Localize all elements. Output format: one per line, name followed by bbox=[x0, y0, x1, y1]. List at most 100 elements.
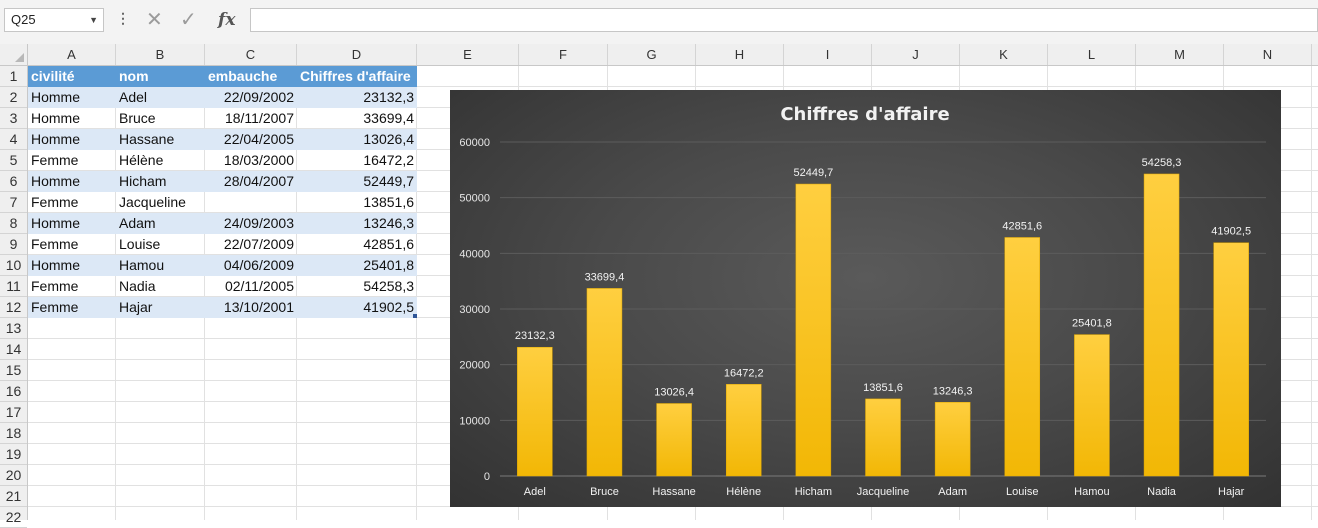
cell-civilite[interactable]: Homme bbox=[31, 171, 115, 191]
cell-embauche[interactable]: 18/11/2007 bbox=[208, 108, 294, 128]
row-header-9[interactable]: 9 bbox=[0, 234, 27, 255]
cell-nom[interactable]: Hamou bbox=[119, 255, 203, 275]
bar-bruce[interactable] bbox=[586, 288, 623, 477]
column-header-f[interactable]: F bbox=[519, 44, 608, 65]
cell-embauche[interactable]: 04/06/2009 bbox=[208, 255, 294, 275]
cell-embauche[interactable]: 28/04/2007 bbox=[208, 171, 294, 191]
row-header-14[interactable]: 14 bbox=[0, 339, 27, 360]
row-header-19[interactable]: 19 bbox=[0, 444, 27, 465]
cell-nom[interactable]: Bruce bbox=[119, 108, 203, 128]
column-header-g[interactable]: G bbox=[608, 44, 696, 65]
row-header-21[interactable]: 21 bbox=[0, 486, 27, 507]
cell-embauche[interactable]: 02/11/2005 bbox=[208, 276, 294, 296]
cell-chiffre-affaire[interactable]: 42851,6 bbox=[300, 234, 414, 254]
cell-embauche[interactable]: 22/09/2002 bbox=[208, 87, 294, 107]
bar-hassane[interactable] bbox=[656, 403, 692, 477]
cell-nom[interactable]: Louise bbox=[119, 234, 203, 254]
formula-input[interactable] bbox=[250, 8, 1318, 32]
row-header-12[interactable]: 12 bbox=[0, 297, 27, 318]
row-header-20[interactable]: 20 bbox=[0, 465, 27, 486]
bar-adel[interactable] bbox=[517, 346, 553, 477]
cell-embauche[interactable]: 24/09/2003 bbox=[208, 213, 294, 233]
cell-civilite[interactable]: Femme bbox=[31, 276, 115, 296]
row-header-7[interactable]: 7 bbox=[0, 192, 27, 213]
row-header-3[interactable]: 3 bbox=[0, 108, 27, 129]
bar-chart[interactable]: Chiffres d'affaire 0 10000 20000 30000 40000… bbox=[450, 90, 1281, 507]
cell-nom[interactable]: Nadia bbox=[119, 276, 203, 296]
row-header-15[interactable]: 15 bbox=[0, 360, 27, 381]
chevron-down-icon[interactable]: ▼ bbox=[89, 9, 98, 31]
cell-chiffre-affaire[interactable]: 16472,2 bbox=[300, 150, 414, 170]
more-options-icon[interactable]: ⋮ bbox=[116, 10, 130, 27]
bar-hélène[interactable] bbox=[725, 384, 762, 477]
column-header-i[interactable]: I bbox=[784, 44, 872, 65]
row-header-10[interactable]: 10 bbox=[0, 255, 27, 276]
cell-chiffre-affaire[interactable]: 33699,4 bbox=[300, 108, 414, 128]
row-header-11[interactable]: 11 bbox=[0, 276, 27, 297]
header-chiffres-affaire[interactable]: Chiffres d'affaire bbox=[300, 66, 414, 86]
column-header-a[interactable]: A bbox=[28, 44, 116, 65]
column-header-b[interactable]: B bbox=[116, 44, 205, 65]
cell-civilite[interactable]: Femme bbox=[31, 297, 115, 317]
cell-nom[interactable]: Adel bbox=[119, 87, 203, 107]
bar-hamou[interactable] bbox=[1074, 334, 1110, 477]
cell-nom[interactable]: Jacqueline bbox=[119, 192, 203, 212]
cell-nom[interactable]: Hélène bbox=[119, 150, 203, 170]
row-header-4[interactable]: 4 bbox=[0, 129, 27, 150]
column-header-n[interactable]: N bbox=[1224, 44, 1312, 65]
bar-adam[interactable] bbox=[934, 402, 971, 477]
header-civilite[interactable]: civilité bbox=[31, 66, 115, 86]
bar-nadia[interactable] bbox=[1143, 173, 1180, 477]
cell-chiffre-affaire[interactable]: 54258,3 bbox=[300, 276, 414, 296]
cell-chiffre-affaire[interactable]: 23132,3 bbox=[300, 87, 414, 107]
row-header-16[interactable]: 16 bbox=[0, 381, 27, 402]
cell-chiffre-affaire[interactable]: 41902,5 bbox=[300, 297, 414, 317]
bar-hicham[interactable] bbox=[795, 183, 832, 477]
insert-function-icon[interactable]: fx bbox=[218, 8, 235, 32]
cell-embauche[interactable]: 22/04/2005 bbox=[208, 129, 294, 149]
column-header-l[interactable]: L bbox=[1048, 44, 1136, 65]
select-all-button[interactable] bbox=[0, 44, 28, 65]
cell-chiffre-affaire[interactable]: 13246,3 bbox=[300, 213, 414, 233]
column-header-m[interactable]: M bbox=[1136, 44, 1224, 65]
check-icon[interactable]: ✓ bbox=[180, 8, 197, 32]
column-header-d[interactable]: D bbox=[297, 44, 417, 65]
cell-civilite[interactable]: Homme bbox=[31, 129, 115, 149]
cancel-icon[interactable]: ✕ bbox=[146, 8, 163, 32]
row-header-6[interactable]: 6 bbox=[0, 171, 27, 192]
cell-civilite[interactable]: Homme bbox=[31, 108, 115, 128]
cell-civilite[interactable]: Femme bbox=[31, 150, 115, 170]
cell-embauche[interactable]: 22/07/2009 bbox=[208, 234, 294, 254]
row-header-17[interactable]: 17 bbox=[0, 402, 27, 423]
cell-civilite[interactable]: Homme bbox=[31, 87, 115, 107]
row-header-13[interactable]: 13 bbox=[0, 318, 27, 339]
cell-embauche[interactable] bbox=[208, 192, 294, 212]
column-header-h[interactable]: H bbox=[696, 44, 784, 65]
header-embauche[interactable]: embauche bbox=[208, 66, 296, 86]
cell-embauche[interactable]: 18/03/2000 bbox=[208, 150, 294, 170]
row-header-22[interactable]: 22 bbox=[0, 507, 27, 528]
cell-embauche[interactable]: 13/10/2001 bbox=[208, 297, 294, 317]
cell-civilite[interactable]: Homme bbox=[31, 213, 115, 233]
name-box[interactable]: Q25 ▼ bbox=[4, 8, 104, 32]
column-header-j[interactable]: J bbox=[872, 44, 960, 65]
cell-nom[interactable]: Hicham bbox=[119, 171, 203, 191]
cell-chiffre-affaire[interactable]: 52449,7 bbox=[300, 171, 414, 191]
cell-chiffre-affaire[interactable]: 13026,4 bbox=[300, 129, 414, 149]
row-header-2[interactable]: 2 bbox=[0, 87, 27, 108]
row-header-5[interactable]: 5 bbox=[0, 150, 27, 171]
bar-louise[interactable] bbox=[1004, 237, 1041, 477]
table-resize-handle[interactable] bbox=[413, 314, 417, 318]
cell-nom[interactable]: Adam bbox=[119, 213, 203, 233]
cell-nom[interactable]: Hassane bbox=[119, 129, 203, 149]
cell-civilite[interactable]: Femme bbox=[31, 192, 115, 212]
row-header-18[interactable]: 18 bbox=[0, 423, 27, 444]
bar-hajar[interactable] bbox=[1213, 242, 1249, 477]
cell-chiffre-affaire[interactable]: 13851,6 bbox=[300, 192, 414, 212]
header-nom[interactable]: nom bbox=[119, 66, 203, 86]
row-header-8[interactable]: 8 bbox=[0, 213, 27, 234]
column-header-c[interactable]: C bbox=[205, 44, 297, 65]
row-header-1[interactable]: 1 bbox=[0, 66, 27, 87]
cell-nom[interactable]: Hajar bbox=[119, 297, 203, 317]
cell-chiffre-affaire[interactable]: 25401,8 bbox=[300, 255, 414, 275]
